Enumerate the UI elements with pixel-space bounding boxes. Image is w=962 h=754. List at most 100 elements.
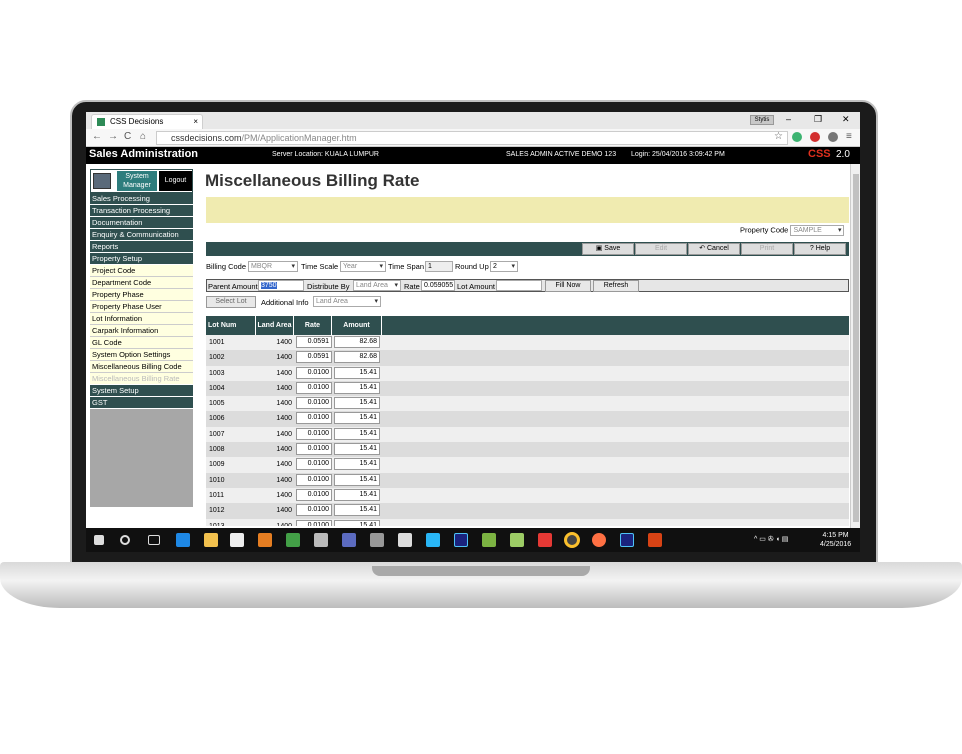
sidebar-item-system-setup[interactable]: System Setup <box>90 385 193 397</box>
billing-code-select[interactable]: MBQR <box>248 261 298 272</box>
home-button[interactable]: ⌂ <box>140 131 146 142</box>
round-up-select[interactable]: 2 <box>490 261 518 272</box>
rate-input[interactable]: 0.0100 <box>296 458 332 471</box>
minimize-button[interactable]: – <box>786 114 791 124</box>
amount-input[interactable]: 15.41 <box>334 412 380 425</box>
amount-input[interactable]: 15.41 <box>334 488 380 501</box>
sidebar-item-miscellaneous-billing-code[interactable]: Miscellaneous Billing Code <box>90 361 193 373</box>
help-button[interactable]: ? Help <box>794 243 846 255</box>
system-tray[interactable]: ^ ▭ ✇ ◖ ▤ <box>754 535 788 543</box>
amount-input[interactable]: 15.41 <box>334 427 380 440</box>
tools-icon[interactable] <box>314 533 328 547</box>
photoshop-icon-2[interactable] <box>620 533 634 547</box>
time-span-input[interactable]: 1 <box>425 261 453 272</box>
refresh-button[interactable]: Refresh <box>593 280 639 292</box>
extension-icon[interactable] <box>828 132 838 142</box>
rate-input[interactable]: 0.0100 <box>296 366 332 379</box>
app-icon-orange[interactable] <box>258 533 272 547</box>
notepad-icon[interactable] <box>286 533 300 547</box>
edge-icon[interactable] <box>176 533 190 547</box>
time-scale-select[interactable]: Year <box>340 261 386 272</box>
amount-input[interactable]: 15.41 <box>334 443 380 456</box>
store-icon[interactable] <box>230 533 244 547</box>
select-lot-button[interactable]: Select Lot <box>206 296 256 308</box>
sidebar-item-reports[interactable]: Reports <box>90 241 193 253</box>
rate-input[interactable]: 0.0100 <box>296 397 332 410</box>
lot-amount-input[interactable] <box>496 280 542 291</box>
sidebar-item-property-phase[interactable]: Property Phase <box>90 289 193 301</box>
additional-info-select[interactable]: Land Area <box>313 296 381 307</box>
amount-input[interactable]: 82.68 <box>334 336 380 348</box>
sidebar-item-carpark-information[interactable]: Carpark Information <box>90 325 193 337</box>
amount-input[interactable]: 15.41 <box>334 473 380 486</box>
sidebar-item-gst[interactable]: GST <box>90 397 193 409</box>
sidebar-item-lot-information[interactable]: Lot Information <box>90 313 193 325</box>
amount-input[interactable]: 15.41 <box>334 504 380 517</box>
sidebar-item-enquiry-communication[interactable]: Enquiry & Communication <box>90 229 193 241</box>
file-explorer-icon[interactable] <box>204 533 218 547</box>
logout-button[interactable]: Logout <box>159 171 192 191</box>
amount-input[interactable]: 82.68 <box>334 351 380 364</box>
camera-icon[interactable] <box>370 533 384 547</box>
cancel-button[interactable]: ↶ Cancel <box>688 243 740 255</box>
rate-input[interactable]: 0.059055 <box>421 280 455 291</box>
bookmark-star-icon[interactable]: ☆ <box>774 131 783 142</box>
task-view-icon[interactable] <box>148 535 160 545</box>
extension-grammarly-icon[interactable] <box>792 132 802 142</box>
photoshop-icon[interactable] <box>454 533 468 547</box>
property-code-select[interactable]: SAMPLE <box>790 225 845 236</box>
forward-button[interactable]: → <box>108 131 118 142</box>
distribute-by-select[interactable]: Land Area <box>353 280 401 291</box>
sidebar-item-miscellaneous-billing-rate[interactable]: Miscellaneous Billing Rate <box>90 373 193 385</box>
rate-input[interactable]: 0.0100 <box>296 473 332 486</box>
maximize-button[interactable]: ❐ <box>814 114 822 125</box>
address-bar[interactable]: cssdecisions.com/PM/ApplicationManager.h… <box>156 131 788 145</box>
page-scrollbar[interactable] <box>850 164 860 528</box>
browser-tab[interactable]: CSS Decisions × <box>91 114 203 129</box>
sidebar-item-property-phase-user[interactable]: Property Phase User <box>90 301 193 313</box>
calculator-icon[interactable] <box>398 533 412 547</box>
rate-input[interactable]: 0.0591 <box>296 336 332 348</box>
rate-input[interactable]: 0.0100 <box>296 427 332 440</box>
rate-input[interactable]: 0.0100 <box>296 519 332 526</box>
app-icon-blue[interactable] <box>426 533 440 547</box>
app-icon-red[interactable] <box>538 533 552 547</box>
browser-menu-icon[interactable]: ≡ <box>846 131 852 142</box>
fill-now-button[interactable]: Fill Now <box>545 280 591 292</box>
rate-input[interactable]: 0.0100 <box>296 488 332 501</box>
rate-input[interactable]: 0.0100 <box>296 443 332 456</box>
sidebar-item-system-option-settings[interactable]: System Option Settings <box>90 349 193 361</box>
scrollbar-thumb[interactable] <box>853 174 859 522</box>
amount-input[interactable]: 15.41 <box>334 381 380 394</box>
sidebar-item-documentation[interactable]: Documentation <box>90 217 193 229</box>
back-button[interactable]: ← <box>92 131 102 142</box>
print-button[interactable]: Print <box>741 243 793 255</box>
profile-button[interactable]: Stytis <box>750 115 774 125</box>
sidebar-item-property-setup[interactable]: Property Setup <box>90 253 193 265</box>
close-window-button[interactable]: ✕ <box>842 114 850 125</box>
android-icon[interactable] <box>482 533 496 547</box>
tab-close-icon[interactable]: × <box>193 115 198 128</box>
extension-adblock-icon[interactable] <box>810 132 820 142</box>
search-icon[interactable] <box>120 535 130 545</box>
rate-input[interactable]: 0.0591 <box>296 351 332 364</box>
sidebar-item-transaction-processing[interactable]: Transaction Processing <box>90 205 193 217</box>
rate-input[interactable]: 0.0100 <box>296 504 332 517</box>
sidebar-item-sales-processing[interactable]: Sales Processing <box>90 193 193 205</box>
rate-input[interactable]: 0.0100 <box>296 381 332 394</box>
firefox-icon[interactable] <box>592 533 606 547</box>
amount-input[interactable]: 15.41 <box>334 519 380 526</box>
amount-input[interactable]: 15.41 <box>334 458 380 471</box>
sidebar-item-department-code[interactable]: Department Code <box>90 277 193 289</box>
reload-button[interactable]: C <box>124 131 131 142</box>
edit-button[interactable]: Edit <box>635 243 687 255</box>
amount-input[interactable]: 15.41 <box>334 397 380 410</box>
chrome-icon[interactable] <box>564 532 580 548</box>
amount-input[interactable]: 15.41 <box>334 366 380 379</box>
link-icon[interactable] <box>342 533 356 547</box>
save-button[interactable]: ▣ Save <box>582 243 634 255</box>
powerpoint-icon[interactable] <box>648 533 662 547</box>
system-manager-button[interactable]: System Manager <box>117 171 157 191</box>
start-icon[interactable] <box>94 535 104 545</box>
parent-amount-input[interactable]: 3750 <box>258 280 304 291</box>
